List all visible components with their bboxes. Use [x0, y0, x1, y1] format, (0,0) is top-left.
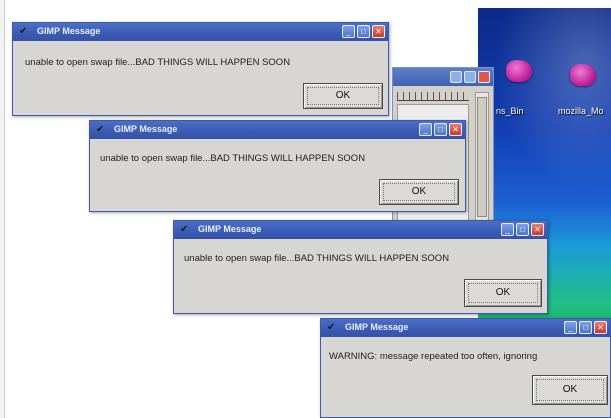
close-icon[interactable]: ✕ — [531, 223, 544, 236]
scrollbar-thumb[interactable] — [477, 97, 487, 217]
background-window-titlebar — [393, 68, 493, 86]
maximize-icon[interactable]: □ — [357, 25, 370, 38]
gimp-message-dialog: ✔ GIMP Message _ □ ✕ unable to open swap… — [12, 22, 389, 116]
maximize-icon[interactable]: □ — [516, 223, 529, 236]
desktop-app-icon[interactable] — [506, 60, 532, 82]
dialog-titlebar[interactable]: ✔ GIMP Message _ □ ✕ — [90, 121, 465, 139]
ok-button[interactable]: OK — [532, 375, 608, 405]
dialog-message: unable to open swap file...BAD THINGS WI… — [184, 253, 450, 264]
dialog-titlebar[interactable]: ✔ GIMP Message _ □ ✕ — [13, 23, 388, 41]
dialog-message: unable to open swap file...BAD THINGS WI… — [25, 57, 291, 68]
dialog-title: GIMP Message — [114, 124, 178, 134]
maximize-icon[interactable]: □ — [434, 123, 447, 136]
close-icon[interactable]: ✕ — [372, 25, 385, 38]
ok-button[interactable]: OK — [379, 179, 459, 205]
ok-button[interactable]: OK — [303, 83, 383, 109]
close-icon[interactable]: ✕ — [449, 123, 462, 136]
close-icon[interactable]: ✕ — [594, 321, 607, 334]
gimp-icon: ✔ — [96, 124, 105, 135]
desktop-app-icon[interactable] — [570, 64, 596, 86]
minimize-icon[interactable]: _ — [501, 223, 514, 236]
vertical-scrollbar[interactable] — [475, 92, 489, 224]
gimp-icon: ✔ — [327, 322, 336, 333]
dialog-message: unable to open swap file...BAD THINGS WI… — [100, 153, 366, 164]
minimize-icon[interactable] — [450, 71, 462, 83]
desktop-icon-label[interactable]: mozilla_Mo — [558, 106, 604, 116]
dialog-titlebar[interactable]: ✔ GIMP Message _ □ ✕ — [174, 221, 547, 239]
ruler — [397, 92, 469, 101]
gimp-icon: ✔ — [180, 224, 189, 235]
minimize-icon[interactable]: _ — [419, 123, 432, 136]
minimize-icon[interactable]: _ — [342, 25, 355, 38]
dialog-title: GIMP Message — [37, 26, 101, 36]
maximize-icon[interactable]: □ — [579, 321, 592, 334]
desktop-icon-label[interactable]: ns_Bin — [496, 106, 524, 116]
close-icon[interactable] — [478, 71, 490, 83]
gimp-icon: ✔ — [19, 26, 28, 37]
maximize-icon[interactable] — [464, 71, 476, 83]
gimp-message-dialog: ✔ GIMP Message _ □ ✕ unable to open swap… — [89, 120, 466, 212]
gimp-message-dialog: ✔ GIMP Message _ □ ✕ unable to open swap… — [173, 220, 548, 314]
dialog-titlebar[interactable]: ✔ GIMP Message _ □ ✕ — [321, 319, 610, 337]
ok-button[interactable]: OK — [464, 279, 542, 307]
gimp-message-dialog: ✔ GIMP Message _ □ ✕ WARNING: message re… — [320, 318, 611, 418]
dialog-title: GIMP Message — [198, 224, 262, 234]
minimize-icon[interactable]: _ — [564, 321, 577, 334]
dialog-title: GIMP Message — [345, 322, 409, 332]
dialog-message: WARNING: message repeated too often, ign… — [329, 351, 538, 362]
